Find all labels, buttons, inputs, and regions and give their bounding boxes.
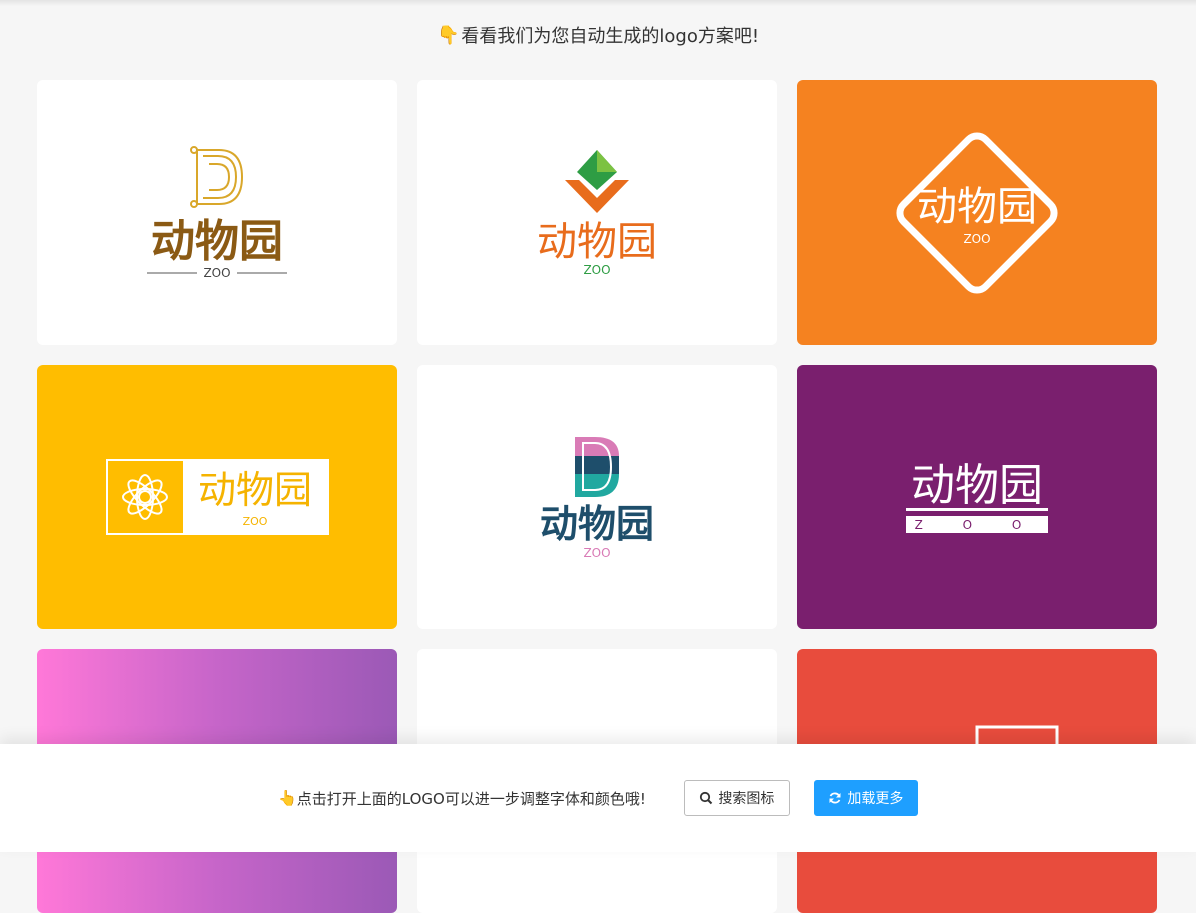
search-icons-button[interactable]: 搜索图标 — [683, 780, 790, 816]
logo-6-sub: Z O O — [915, 518, 1040, 532]
logo-1-sub: ZOO — [203, 266, 230, 280]
logo-5-sub: ZOO — [583, 546, 610, 560]
logo-5-name: 动物园 — [540, 502, 654, 546]
page-title: 👇 看看我们为您自动生成的logo方案吧! — [0, 22, 1196, 48]
logo-6-name: 动物园 — [911, 460, 1043, 511]
logo-card-5[interactable]: 动物园 ZOO — [417, 365, 777, 629]
search-icons-label: 搜索图标 — [718, 791, 775, 807]
logo-3-sub: ZOO — [963, 232, 990, 246]
logo-card-2[interactable]: 动物园 ZOO — [417, 80, 777, 345]
page-title-text: 看看我们为您自动生成的logo方案吧! — [461, 26, 760, 47]
pointing-up-hand-icon: 👆 — [278, 789, 297, 807]
logo-3-name: 动物园 — [917, 184, 1037, 230]
logo-preview-3: 动物园 ZOO — [896, 132, 1058, 294]
logo-2-sub: ZOO — [583, 263, 610, 277]
footer-bar: 👆 点击打开上面的LOGO可以进一步调整字体和颜色哦! 搜索图标 加载更多 — [0, 744, 1196, 852]
logo-2-name: 动物园 — [537, 219, 657, 265]
top-shadow-bar — [0, 0, 1196, 6]
pointing-down-hand-icon: 👇 — [436, 24, 460, 46]
search-icon — [700, 791, 713, 805]
logo-preview-4: 动物园 ZOO — [106, 459, 329, 535]
logo-preview-2: 动物园 ZOO — [537, 150, 657, 277]
logo-1-name: 动物园 — [151, 216, 283, 267]
logo-preview-9 — [975, 725, 1059, 749]
footer-hint: 👆 点击打开上面的LOGO可以进一步调整字体和颜色哦! — [278, 788, 646, 809]
logo-preview-5: 动物园 ZOO — [540, 437, 654, 560]
logo-card-4[interactable]: 动物园 ZOO — [37, 365, 397, 629]
logo-preview-6: 动物园 Z O O — [906, 460, 1048, 533]
logo-card-1[interactable]: 动物园 ZOO — [37, 80, 397, 345]
logo-4-sub: ZOO — [243, 515, 268, 528]
arrow-diamond-icon — [565, 150, 629, 213]
load-more-label: 加载更多 — [847, 791, 904, 807]
load-more-button[interactable]: 加载更多 — [813, 780, 918, 816]
logo-preview-1: 动物园 ZOO — [147, 146, 287, 280]
letter-d-block-icon — [575, 437, 619, 497]
refresh-icon — [829, 792, 841, 804]
flower-icon — [122, 474, 168, 520]
logo-card-3[interactable]: 动物园 ZOO — [797, 80, 1157, 345]
footer-hint-text: 点击打开上面的LOGO可以进一步调整字体和颜色哦! — [296, 789, 646, 808]
logo-card-6[interactable]: 动物园 Z O O — [797, 365, 1157, 629]
logo-4-name: 动物园 — [198, 468, 312, 512]
letter-d-emblem-icon — [190, 146, 244, 208]
